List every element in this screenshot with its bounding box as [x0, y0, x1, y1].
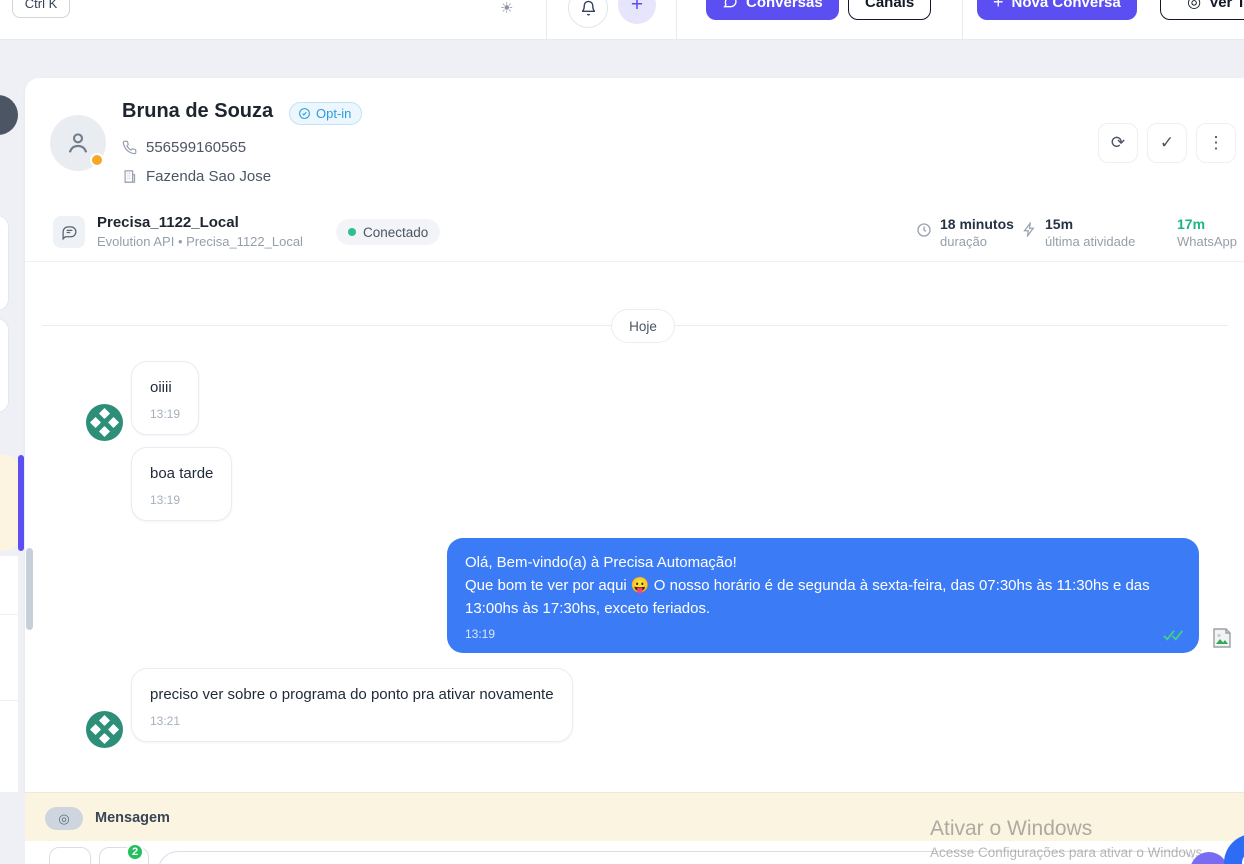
quick-add-button[interactable]: + [618, 0, 656, 24]
broken-image-icon [1213, 628, 1231, 648]
active-conversation-accent-bar [18, 455, 24, 551]
building-icon [124, 170, 136, 183]
message-time: 13:19 [465, 627, 496, 641]
nova-conversa-label: Nova Conversa [1011, 0, 1121, 11]
channel-icon-box [53, 216, 85, 248]
message-text: oiiii [150, 379, 172, 396]
search-shortcut-badge[interactable]: Ctrl K [12, 0, 70, 18]
conversas-button[interactable]: Conversas [706, 0, 839, 20]
stat-whatsapp-label: WhatsApp [1177, 234, 1237, 249]
contact-name: Bruna de Souza [122, 100, 274, 122]
phone-icon [122, 140, 137, 155]
channel-status-label: Conectado [363, 224, 429, 240]
list-divider [0, 700, 18, 701]
nova-conversa-button[interactable]: + Nova Conversa [977, 0, 1137, 20]
optin-badge[interactable]: Opt-in [289, 102, 363, 125]
check-icon: ✓ [1159, 133, 1175, 152]
optin-check-icon [299, 108, 310, 119]
stat-duration: 18 minutos duração [916, 216, 1014, 249]
optin-label: Opt-in [316, 106, 352, 121]
stat-duration-value: 18 minutos [940, 216, 1014, 232]
message-bubble-incoming: preciso ver sobre o programa do ponto pr… [131, 668, 573, 742]
message-text: boa tarde [150, 465, 214, 482]
chat-bubble-icon [723, 0, 737, 8]
clock-icon [917, 223, 931, 237]
message-bubble-outgoing: Olá, Bem-vindo(a) à Precisa Automação! Q… [447, 538, 1199, 653]
composer-tool-button[interactable] [49, 847, 91, 864]
connected-dot [348, 228, 356, 236]
stat-whatsapp-value: 17m [1177, 216, 1206, 232]
stat-whatsapp: 17m WhatsApp [1177, 216, 1237, 249]
ver-todas-label: Ver Tod [1209, 0, 1244, 11]
message-text: Olá, Bem-vindo(a) à Precisa Automação! Q… [465, 554, 1150, 617]
contact-phone: 556599160565 [146, 139, 247, 156]
top-bar: Ctrl K ☀ + Conversas Canais + Nova Conve… [0, 0, 1244, 40]
list-divider [0, 614, 18, 615]
windows-watermark-subtitle: Acesse Configurações para ativar o Windo… [930, 845, 1207, 860]
conversation-list-fragment [0, 556, 18, 792]
topbar-divider [546, 0, 547, 40]
section-divider [25, 261, 1244, 262]
message-time: 13:21 [150, 714, 181, 728]
canais-button[interactable]: Canais [848, 0, 932, 20]
kebab-menu-icon: ⋮ [1207, 133, 1225, 152]
visibility-toggle[interactable]: ◎ [45, 807, 83, 830]
message-time: 13:19 [150, 493, 181, 507]
presence-dot [90, 153, 104, 167]
message-time: 13:19 [150, 407, 181, 421]
conversation-item-fragment [0, 215, 9, 311]
notifications-button[interactable] [568, 0, 608, 28]
channel-chat-icon [61, 225, 77, 240]
bell-icon [581, 0, 595, 16]
person-icon [68, 133, 88, 153]
topbar-divider [962, 0, 963, 40]
composer-mode-tab[interactable]: Mensagem [95, 810, 170, 826]
stat-activity-label: última atividade [1045, 234, 1136, 249]
refresh-icon: ⟳ [1110, 133, 1126, 152]
message-bubble-incoming: oiiii 13:19 [131, 361, 200, 435]
message-bubble-incoming: boa tarde 13:19 [131, 447, 233, 521]
contact-phone-row: 556599160565 [122, 139, 246, 156]
canais-label: Canais [865, 0, 915, 11]
contact-company: Fazenda Sao Jose [146, 168, 272, 185]
double-check-icon [1163, 630, 1184, 641]
conversation-list-scrollbar[interactable] [26, 548, 33, 630]
stat-duration-label: duração [940, 234, 987, 249]
more-options-button[interactable]: ⋮ [1196, 123, 1236, 163]
eye-icon: ◎ [1187, 0, 1202, 11]
topbar-divider [676, 0, 677, 40]
attachment-count-badge: 2 [126, 843, 144, 861]
contact-company-row: Fazenda Sao Jose [122, 168, 271, 185]
message-text: preciso ver sobre o programa do ponto pr… [150, 686, 554, 703]
theme-toggle-sun-icon[interactable]: ☀ [500, 1, 513, 16]
eye-icon: ◎ [58, 810, 70, 826]
conversas-label: Conversas [746, 0, 823, 11]
plus-icon: + [993, 0, 1004, 12]
app-window: Ctrl K ☀ + Conversas Canais + Nova Conve… [0, 0, 1244, 864]
refresh-button[interactable]: ⟳ [1098, 123, 1138, 163]
date-divider-pill: Hoje [611, 309, 675, 343]
conversation-item-active-fragment[interactable] [0, 455, 18, 551]
plus-icon: + [630, 0, 644, 16]
contact-chat-avatar [86, 404, 123, 441]
conversation-item-fragment [0, 318, 9, 413]
channel-provider: Evolution API • Precisa_1122_Local [97, 234, 303, 249]
windows-watermark-title: Ativar o Windows [930, 817, 1093, 840]
contact-chat-avatar [86, 711, 123, 748]
stat-activity-value: 15m [1045, 216, 1074, 232]
resolve-button[interactable]: ✓ [1147, 123, 1187, 163]
channel-status-badge: Conectado [336, 219, 441, 245]
lightning-icon [1023, 222, 1035, 237]
ver-todas-button[interactable]: ◎ Ver Tod [1160, 0, 1244, 20]
conversation-avatar-fragment [0, 95, 18, 135]
channel-name: Precisa_1122_Local [97, 214, 239, 231]
stat-last-activity: 15m última atividade [1022, 216, 1135, 249]
